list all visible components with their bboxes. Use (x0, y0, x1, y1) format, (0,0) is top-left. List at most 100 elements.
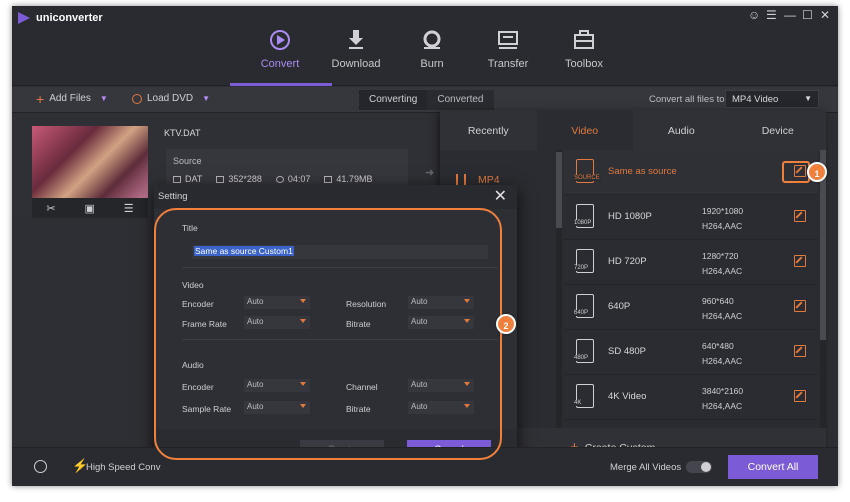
dvd-icon (132, 93, 142, 104)
tab-recently[interactable]: Recently (440, 110, 537, 150)
preset-spec: 1920*1080 H264,AAC (702, 204, 743, 234)
effects-icon[interactable]: ☰ (124, 202, 134, 215)
callout-badge-2: 2 (496, 314, 516, 334)
duration-value: 04:07 (287, 174, 311, 184)
video-file-icon: 4K (573, 384, 594, 408)
chevron-down-icon[interactable]: ▼ (202, 94, 210, 103)
source-label: Source (173, 156, 202, 166)
preset-list: SOURCE Same as source 1080P HD 1080P 192… (564, 150, 818, 428)
preset-resolution: 1920*1080 (702, 206, 744, 216)
top-header: uniconverter ☺ ☰ — ☐ ✕ Convert Download … (12, 6, 838, 86)
nav-transfer[interactable]: Transfer (470, 28, 546, 70)
nav-burn[interactable]: Burn (394, 28, 470, 70)
preset-name: Same as source (608, 166, 677, 177)
add-files-button[interactable]: + Add Files ▼ (36, 90, 108, 107)
preset-list-scrollbar[interactable] (820, 150, 826, 428)
film-icon (173, 175, 181, 183)
preset-item[interactable]: 640P 640P 960*640 H264,AAC (564, 285, 818, 330)
trim-icon[interactable]: ✂ (46, 202, 55, 215)
convert-all-label: Convert all files to: (649, 94, 728, 105)
close-icon[interactable]: ✕ (494, 186, 507, 206)
preset-codec: H264,AAC (702, 221, 743, 231)
nav-convert[interactable]: Convert (242, 28, 318, 70)
main-nav: Convert Download Burn Transfer Toolbox (242, 28, 622, 70)
maximize-icon[interactable]: ☐ (802, 8, 813, 22)
edit-icon[interactable] (794, 255, 806, 267)
add-files-label: Add Files (49, 93, 91, 104)
merge-label: Merge All Videos (610, 462, 682, 473)
video-file-icon: 640P (573, 294, 594, 318)
file-icon-label: SOURCE (573, 175, 601, 181)
preset-name: HD 1080P (608, 211, 652, 222)
folder-icon (324, 175, 333, 183)
format-list-scrollbar[interactable] (556, 150, 562, 430)
preset-item[interactable]: 1080P HD 1080P 1920*1080 H264,AAC (564, 195, 818, 240)
preset-resolution: 960*640 (702, 296, 734, 306)
file-icon-label: 720P (573, 265, 590, 271)
convert-all-select[interactable]: MP4 Video ▼ (725, 90, 819, 108)
nav-download[interactable]: Download (318, 28, 394, 70)
edit-icon[interactable] (794, 300, 806, 312)
file-icon-label: 4K (573, 400, 583, 406)
video-file-icon: SOURCE (573, 159, 601, 183)
nav-active-indicator (230, 83, 332, 86)
download-icon (349, 30, 363, 49)
edit-icon[interactable] (794, 390, 806, 402)
merge-toggle[interactable] (686, 461, 712, 473)
nav-transfer-label: Transfer (487, 58, 529, 70)
load-dvd-label: Load DVD (147, 93, 194, 104)
edit-icon[interactable] (794, 345, 806, 357)
close-icon[interactable]: ✕ (820, 8, 830, 22)
preset-spec: 640*480 H264,AAC (702, 339, 742, 369)
convert-icon (270, 30, 290, 50)
plus-icon: + (36, 90, 45, 107)
video-thumbnail[interactable] (32, 126, 148, 198)
logo-icon (18, 12, 30, 24)
tab-converting[interactable]: Converting (359, 90, 428, 110)
nav-burn-label: Burn (420, 58, 444, 70)
callout-badge-1: 1 (807, 162, 827, 182)
edit-icon[interactable] (794, 210, 806, 222)
convert-all-value: MP4 Video (732, 94, 779, 105)
tab-converted[interactable]: Converted (427, 90, 494, 110)
tab-video[interactable]: Video (536, 110, 633, 150)
preset-item[interactable]: SOURCE Same as source (564, 150, 818, 195)
nav-download-label: Download (331, 58, 381, 70)
chevron-down-icon[interactable]: ▼ (100, 94, 108, 103)
window-controls: ☺ ☰ — ☐ ✕ (748, 8, 830, 22)
resolution-icon (216, 175, 225, 183)
preset-spec: 960*640 H264,AAC (702, 294, 742, 324)
minimize-icon[interactable]: — (784, 8, 796, 22)
preset-name: 4K Video (608, 391, 647, 402)
file-icon-label: 1080P (573, 220, 593, 226)
load-dvd-button[interactable]: Load DVD ▼ (132, 93, 210, 104)
size-meta: 41.79MB (324, 174, 372, 184)
tab-audio[interactable]: Audio (633, 110, 730, 150)
menu-icon[interactable]: ☰ (766, 8, 777, 22)
user-icon[interactable]: ☺ (748, 8, 760, 22)
preset-name: HD 720P (608, 256, 647, 267)
resolution-value: 352*288 (228, 174, 262, 184)
tab-device[interactable]: Device (730, 110, 827, 150)
alarm-icon[interactable] (34, 460, 47, 473)
nav-convert-label: Convert (260, 58, 300, 70)
nav-toolbox[interactable]: Toolbox (546, 28, 622, 70)
preset-resolution: 3840*2160 (702, 386, 744, 396)
convert-all-button[interactable]: Convert All (728, 455, 818, 479)
arrow-right-icon: ➜ (425, 167, 435, 179)
source-meta: DAT 352*288 04:07 41.79MB (173, 174, 372, 184)
app-logo: uniconverter (18, 12, 103, 24)
scrollbar-thumb[interactable] (556, 152, 562, 228)
duration-meta: 04:07 (275, 174, 311, 184)
thumbnail-tools: ✂ ▣ ☰ (32, 198, 148, 218)
preset-item[interactable]: 720P HD 720P 1280*720 H264,AAC (564, 240, 818, 285)
file-name: KTV.DAT (164, 128, 201, 138)
crop-icon[interactable]: ▣ (84, 202, 94, 215)
app-name: uniconverter (36, 12, 103, 24)
preset-item[interactable]: 480P SD 480P 640*480 H264,AAC (564, 330, 818, 375)
format-tabs: Recently Video Audio Device (440, 110, 826, 150)
preset-codec: H264,AAC (702, 266, 743, 276)
size-value: 41.79MB (336, 174, 373, 184)
preset-item[interactable]: 4K 4K Video 3840*2160 H264,AAC (564, 375, 818, 420)
video-file-icon: 720P (573, 249, 594, 273)
